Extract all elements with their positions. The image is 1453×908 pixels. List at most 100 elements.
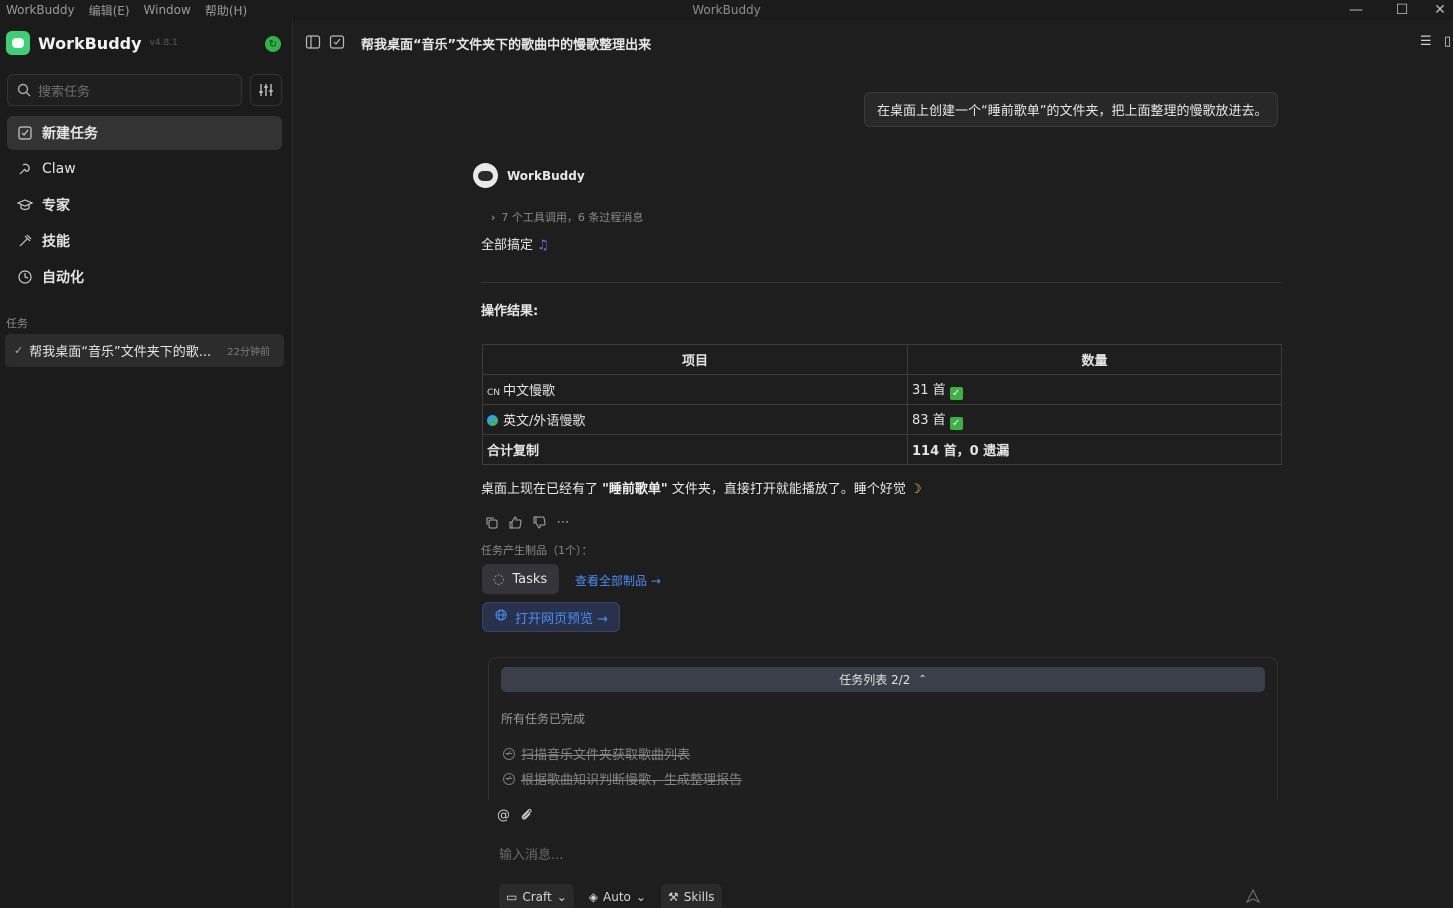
task-list-item: ✓ 扫描音乐文件夹获取歌曲列表 — [503, 744, 690, 763]
chevron-down-icon: ⌄ — [635, 890, 646, 904]
workbuddy-logo-icon — [6, 31, 30, 55]
artifact-chip-tasks[interactable]: ◌ Tasks — [482, 564, 559, 594]
artifact-label: Tasks — [512, 571, 548, 587]
task-time: 22分钟前 — [227, 347, 270, 358]
nav-label: 技能 — [42, 234, 70, 250]
user-message: 在桌面上创建一个“睡前歌单”的文件夹，把上面整理的慢歌放进去。 — [864, 92, 1278, 127]
nav-label: 专家 — [42, 198, 70, 214]
check-circle-icon: ✓ — [503, 747, 515, 760]
table-cell: 英文/外语慢歌 — [482, 404, 908, 435]
nav-label: Claw — [42, 161, 76, 177]
minimize-icon[interactable]: — — [1336, 0, 1376, 20]
task-list-item: ✓ 根据歌曲知识判断慢歌，生成整理报告 — [503, 769, 742, 788]
table-header-row: 项目 数量 — [482, 344, 1282, 375]
composer-options: ▭ Craft ⌄ ◈ Auto ⌄ ⚒ Skills — [499, 884, 722, 908]
model-select[interactable]: ◈ Auto ⌄ — [582, 884, 653, 908]
copy-icon[interactable] — [483, 514, 499, 530]
task-item-text: 根据歌曲知识判断慢歌，生成整理报告 — [521, 773, 743, 788]
tool-calls-toggle[interactable]: › 7 个工具调用，6 条过程消息 — [491, 209, 643, 225]
task-list-status: 所有任务已完成 — [501, 712, 586, 726]
menu-help[interactable]: 帮助(H) — [199, 2, 255, 19]
menu-window[interactable]: Window — [138, 3, 199, 17]
check-circle-icon: ◌ — [493, 571, 505, 587]
layers-icon: ◈ — [588, 890, 599, 904]
open-web-preview-button[interactable]: 打开网页预览 → — [482, 602, 620, 632]
table-header: 项目 — [482, 344, 908, 375]
globe-icon — [487, 415, 498, 426]
check-circle-icon: ✓ — [503, 772, 515, 785]
nav-experts[interactable]: 专家 — [7, 188, 282, 222]
menu-edit[interactable]: 编辑(E) — [83, 2, 138, 19]
menu-workbuddy[interactable]: WorkBuddy — [0, 3, 83, 17]
summary-pre: 桌面上现在已经有了 — [481, 482, 603, 497]
skills-button[interactable]: ⚒ Skills — [660, 884, 722, 908]
brand: WorkBuddy v4.8.1 — [6, 31, 178, 55]
table-row: 英文/外语慢歌 83 首 ✓ — [482, 404, 1282, 435]
more-icon[interactable]: ⋯ — [555, 514, 571, 530]
done-message: 全部搞定 ♫ — [481, 234, 549, 253]
nav-new-task[interactable]: 新建任务 — [7, 116, 282, 150]
search-input[interactable]: 搜索任务 — [7, 74, 242, 106]
close-icon[interactable]: ✕ — [1420, 0, 1453, 20]
composer: @ 输入消息... ▭ Craft ⌄ ◈ Auto ⌄ ⚒ Skills — [487, 800, 1279, 908]
toggle-sidebar-icon[interactable] — [305, 34, 321, 50]
nav-skills[interactable]: 技能 — [7, 224, 282, 258]
task-title: 帮我桌面“音乐”文件夹下的歌... — [29, 345, 212, 360]
divider — [481, 282, 1281, 283]
sync-status-icon[interactable]: ↻ — [265, 36, 281, 52]
globe-icon — [495, 609, 507, 625]
tool-calls-text: 7 个工具调用，6 条过程消息 — [501, 211, 644, 224]
table-cell: 114 首，0 遗漏 — [907, 434, 1282, 465]
mode-label: Craft — [522, 890, 552, 904]
bot-name: WorkBuddy — [507, 168, 585, 183]
paperclip-icon[interactable] — [520, 808, 533, 825]
cn-flag-icon: CN — [487, 388, 501, 398]
task-list-header: 任务列表 2/2 — [839, 673, 911, 687]
sidebar: WorkBuddy v4.8.1 ↻ 搜索任务 新建任务 Claw 专家 技能 … — [0, 20, 293, 908]
menu-icon[interactable]: ☰ — [1420, 34, 1432, 49]
nav-claw[interactable]: Claw — [7, 152, 282, 186]
music-note-icon: ♫ — [537, 238, 549, 253]
message-input[interactable]: 输入消息... — [499, 844, 563, 863]
nav-label: 新建任务 — [42, 126, 98, 142]
at-mention-icon[interactable]: @ — [497, 808, 510, 825]
view-all-artifacts-link[interactable]: 查看全部制品 → — [575, 572, 661, 589]
new-task-icon[interactable] — [329, 34, 345, 50]
avatar — [473, 163, 498, 188]
row-item: 中文慢歌 — [503, 384, 556, 399]
mode-select[interactable]: ▭ Craft ⌄ — [499, 884, 574, 908]
send-icon[interactable] — [1243, 886, 1263, 906]
preview-label: 打开网页预览 → — [515, 611, 609, 627]
nav-automation[interactable]: 自动化 — [7, 260, 282, 294]
menu-bar: WorkBuddy 编辑(E) Window 帮助(H) WorkBuddy —… — [0, 0, 1453, 20]
composer-tools: @ — [497, 808, 533, 825]
table-cell: 83 首 ✓ — [907, 404, 1282, 435]
filter-button[interactable] — [250, 74, 282, 106]
table-row: CN 中文慢歌 31 首 ✓ — [482, 374, 1282, 405]
chevron-down-icon: ⌄ — [556, 890, 567, 904]
row-count: 31 首 — [912, 383, 946, 398]
sliders-icon — [259, 84, 273, 96]
claw-icon — [17, 161, 33, 177]
top-bar: 帮我桌面“音乐”文件夹下的歌曲中的慢歌整理出来 ☰ ▯ — [294, 20, 1453, 64]
thumbs-up-icon[interactable] — [507, 514, 523, 530]
task-list-toggle[interactable]: 任务列表 2/2 ⌃ — [501, 667, 1265, 692]
artifacts-label: 任务产生制品（1个）： — [481, 544, 593, 557]
edit-square-icon — [17, 125, 33, 141]
task-list-item[interactable]: ✓ 帮我桌面“音乐”文件夹下的歌... 22分钟前 — [5, 334, 284, 367]
result-heading: 操作结果: — [481, 304, 539, 319]
table-cell: 合计复制 — [482, 434, 908, 465]
model-label: Auto — [603, 890, 631, 904]
table-row: 合计复制 114 首，0 遗漏 — [482, 434, 1282, 465]
thumbs-down-icon[interactable] — [531, 514, 547, 530]
maximize-icon[interactable]: ☐ — [1382, 0, 1422, 20]
table-cell: CN 中文慢歌 — [482, 374, 908, 405]
check-mark-icon: ✓ — [949, 387, 963, 400]
tasks-section-label: 任务 — [6, 317, 28, 330]
panel-icon[interactable]: ▯ — [1444, 34, 1451, 49]
summary-bold: "睡前歌单" — [602, 482, 668, 497]
search-placeholder: 搜索任务 — [38, 84, 91, 100]
search-icon — [17, 83, 31, 97]
conversation-title: 帮我桌面“音乐”文件夹下的歌曲中的慢歌整理出来 — [361, 38, 652, 53]
graduation-cap-icon — [17, 197, 33, 213]
